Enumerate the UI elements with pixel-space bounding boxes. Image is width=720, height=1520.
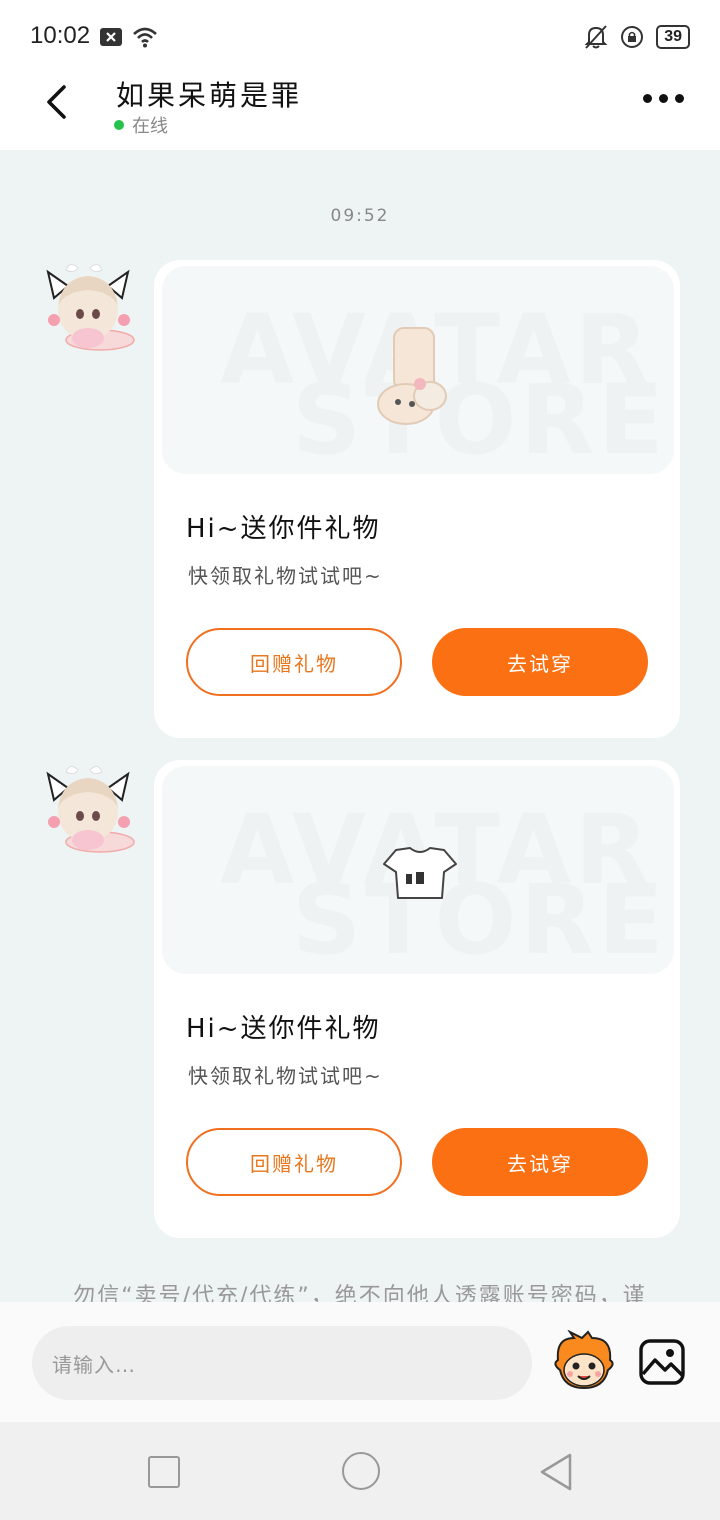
try-on-button[interactable]: 去试穿 xyxy=(432,1128,648,1196)
gift-card: AVATAR STORE Hi~送你件礼物 快领取礼物试试吧~ 回赠礼物 去试穿 xyxy=(154,760,680,1238)
watermark-text: STORE xyxy=(292,864,668,974)
dot-icon xyxy=(659,94,668,103)
crop-top-item-icon xyxy=(383,847,457,899)
emoji-button[interactable] xyxy=(552,1329,616,1394)
send-image-button[interactable] xyxy=(638,1338,686,1386)
gift-subtitle: 快领取礼物试试吧~ xyxy=(188,1064,383,1088)
gift-preview-image: AVATAR STORE xyxy=(162,766,674,974)
socks-item-icon xyxy=(377,327,447,425)
status-time: 10:02 xyxy=(30,22,91,49)
page-title: 如果呆萌是罪 xyxy=(116,79,303,112)
recent-apps-button[interactable] xyxy=(148,1456,180,1488)
gift-preview-image: AVATAR STORE xyxy=(162,266,674,474)
sender-avatar[interactable] xyxy=(40,760,138,860)
home-button[interactable] xyxy=(342,1452,380,1490)
message-timestamp: 09:52 xyxy=(330,206,390,226)
status-bar: 10:02 39 xyxy=(0,0,720,72)
battery-icon: 39 xyxy=(656,25,690,49)
return-gift-button[interactable]: 回赠礼物 xyxy=(186,628,402,696)
gift-subtitle: 快领取礼物试试吧~ xyxy=(188,564,383,588)
mute-bell-icon xyxy=(584,25,608,49)
gift-title: Hi~送你件礼物 xyxy=(186,1014,381,1044)
message-input[interactable]: 请输入… xyxy=(32,1326,532,1400)
gift-card: AVATAR STORE Hi~送你件礼物 快领取礼物试试吧~ 回赠礼物 去试穿 xyxy=(154,260,680,738)
watermark-text: STORE xyxy=(292,364,668,474)
online-dot-icon xyxy=(114,120,124,130)
system-navigation-bar xyxy=(0,1422,720,1520)
wifi-icon xyxy=(133,27,157,48)
mascot-emoji-icon xyxy=(554,1329,614,1390)
dot-icon xyxy=(643,94,652,103)
back-button[interactable] xyxy=(36,80,76,124)
online-status-label: 在线 xyxy=(132,116,168,137)
rotation-lock-icon xyxy=(621,26,644,48)
system-back-button[interactable] xyxy=(538,1452,574,1492)
more-options-button[interactable] xyxy=(643,94,684,103)
image-icon xyxy=(639,1339,685,1385)
input-bar: 请输入… xyxy=(0,1302,720,1422)
close-notification-icon xyxy=(100,28,122,46)
dot-icon xyxy=(675,94,684,103)
online-status: 在线 xyxy=(114,112,168,138)
chevron-left-icon xyxy=(47,85,66,119)
gift-title: Hi~送你件礼物 xyxy=(186,514,381,544)
chat-header: 如果呆萌是罪 在线 xyxy=(0,72,720,150)
return-gift-button[interactable]: 回赠礼物 xyxy=(186,1128,402,1196)
safety-notice: 勿信“卖号/代充/代练”，绝不向他人透露账号密码，谨 xyxy=(73,1284,647,1302)
sender-avatar[interactable] xyxy=(40,258,138,358)
try-on-button[interactable]: 去试穿 xyxy=(432,628,648,696)
